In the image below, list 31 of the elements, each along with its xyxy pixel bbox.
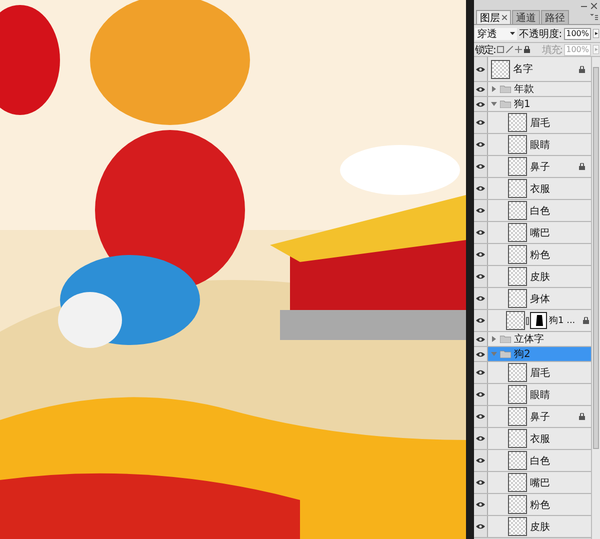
- panel-tab[interactable]: 图层: [476, 10, 511, 24]
- layer-name: 皮肤: [530, 270, 550, 284]
- layer-name: 粉色: [530, 498, 550, 512]
- opacity-field[interactable]: 100%: [564, 28, 591, 40]
- layer-name: 身体: [530, 292, 550, 306]
- panel-tab[interactable]: 通道: [512, 10, 540, 24]
- layer-name: 白色: [530, 204, 550, 218]
- layer-name: 眉毛: [530, 116, 550, 130]
- fill-label: 填充:: [542, 44, 562, 56]
- layer-name: 狗1: [514, 98, 530, 111]
- blend-mode-dropdown[interactable]: 穿透: [475, 28, 517, 40]
- layer-name: 年款: [514, 83, 534, 96]
- layer-name: 粉色: [530, 248, 550, 262]
- opacity-label: 不透明度:: [518, 28, 562, 40]
- layer-name: 狗2: [514, 348, 530, 361]
- layer-name: 名字: [513, 62, 533, 76]
- layer-name: 鼻子: [530, 410, 550, 424]
- layer-name: 眉毛: [530, 366, 550, 380]
- panel-tab[interactable]: 路径: [541, 10, 569, 24]
- layer-name: 嘴巴: [530, 226, 550, 240]
- layer-name: 衣服: [530, 182, 550, 196]
- layer-name: 嘴巴: [530, 476, 550, 490]
- lock-label: 锁定:: [475, 44, 496, 56]
- layer-name: 眼睛: [530, 388, 550, 402]
- layer-name: 白色: [530, 454, 550, 468]
- layer-name: 狗1 ...: [549, 314, 576, 327]
- layer-name: 鼻子: [530, 160, 550, 174]
- layer-name: 立体字: [514, 332, 544, 346]
- layer-name: 皮肤: [530, 520, 550, 534]
- layer-name: 衣服: [530, 432, 550, 446]
- layer-name: 眼睛: [530, 138, 550, 152]
